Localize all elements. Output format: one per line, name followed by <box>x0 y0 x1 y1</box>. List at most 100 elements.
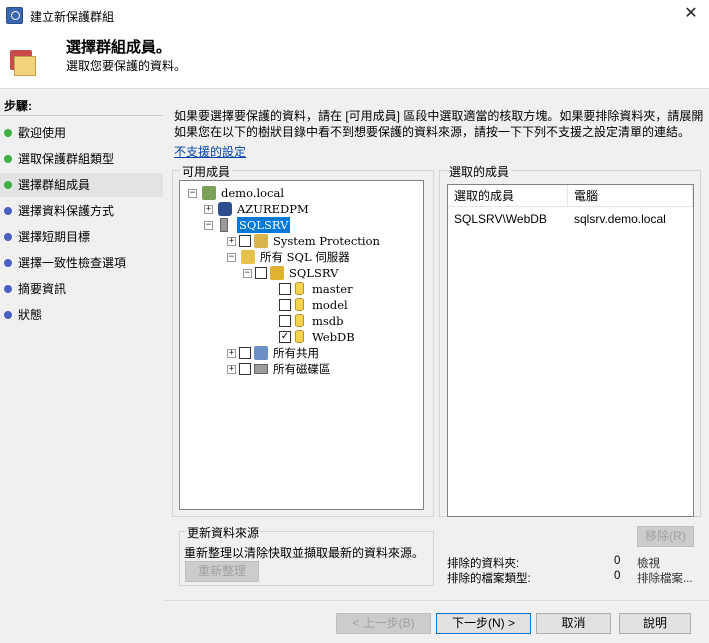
tree-node-sql-instance[interactable]: − SQLSRV <box>243 265 413 281</box>
database-icon <box>295 314 304 327</box>
available-members-label: 可用成員 <box>180 163 233 180</box>
collapse-icon[interactable]: − <box>204 221 213 230</box>
checkbox[interactable] <box>239 363 251 375</box>
excluded-folders-label: 排除的資料夾: <box>447 558 520 570</box>
tree-node-server[interactable]: − SQLSRV <box>204 217 404 233</box>
step-label: 歡迎使用 <box>18 126 67 140</box>
tree-label: model <box>312 298 348 312</box>
cancel-button[interactable]: 取消 <box>536 613 611 634</box>
selected-members-list[interactable]: 選取的成員 電腦 SQLSRV\WebDB sqlsrv.demo.local <box>447 184 694 517</box>
tree-node-database[interactable]: master <box>279 281 419 297</box>
tree-label: System Protection <box>273 234 380 248</box>
step-group-members[interactable]: 選擇群組成員 <box>0 173 163 197</box>
tree-node-sql-servers[interactable]: − 所有 SQL 伺服器 <box>227 249 417 265</box>
collapse-icon[interactable]: − <box>227 253 236 262</box>
selected-computer-cell[interactable]: sqlsrv.demo.local <box>568 209 693 229</box>
checkbox[interactable] <box>239 235 251 247</box>
wizard-header: 選擇群組成員。 選取您要保護的資料。 <box>0 30 709 88</box>
tree-label: SQLSRV <box>289 266 339 280</box>
step-label: 選擇群組成員 <box>18 178 91 192</box>
step-short-term[interactable]: 選擇短期目標 <box>0 225 163 249</box>
shares-icon <box>254 346 268 360</box>
step-status[interactable]: 狀態 <box>0 303 163 327</box>
volume-icon <box>254 364 268 374</box>
tree-label: AZUREDPM <box>237 202 309 216</box>
status-dot-icon <box>4 207 12 215</box>
refresh-group-label: 更新資料來源 <box>185 524 262 541</box>
instruction-line: 如果要選擇要保護的資料，請在 [可用成員] 區段中選取適當的核取方塊。如果要排除… <box>174 109 704 123</box>
unsupported-config-link[interactable]: 不支援的設定 <box>174 143 246 160</box>
step-welcome[interactable]: 歡迎使用 <box>0 121 163 145</box>
tree-label: 所有共用 <box>273 346 319 360</box>
tree-node-server[interactable]: + AZUREDPM <box>204 201 404 217</box>
step-label: 摘要資訊 <box>18 282 67 296</box>
tree-node-domain[interactable]: − demo.local <box>188 185 388 201</box>
exclude-files-link[interactable]: 排除檔案... <box>637 570 693 586</box>
step-label: 狀態 <box>18 308 43 322</box>
view-excluded-link[interactable]: 檢視 <box>637 555 660 571</box>
expand-icon[interactable]: + <box>227 365 236 374</box>
excluded-folders-count: 0 <box>614 555 621 567</box>
steps-sidebar: 步驟: 歡迎使用 選取保護群組類型 選擇群組成員 選擇資料保護方式 選擇短期目標… <box>0 88 163 643</box>
tree-node-database[interactable]: ✓ WebDB <box>279 329 419 345</box>
selected-members-label: 選取的成員 <box>447 163 512 180</box>
expand-icon[interactable]: + <box>204 205 213 214</box>
refresh-button[interactable]: 重新整理 <box>185 561 259 582</box>
tree-node-volumes[interactable]: + 所有磁碟區 <box>227 361 417 377</box>
checkbox[interactable] <box>239 347 251 359</box>
footer-divider <box>163 600 709 601</box>
tree-node-shares[interactable]: + 所有共用 <box>227 345 417 361</box>
column-header-member[interactable]: 選取的成員 <box>448 185 568 207</box>
back-button[interactable]: < 上一步(B) <box>336 613 431 634</box>
page-title: 選擇群組成員。 <box>66 39 172 56</box>
main-panel: 如果要選擇要保護的資料，請在 [可用成員] 區段中選取適當的核取方塊。如果要排除… <box>163 88 709 643</box>
page-subtitle: 選取您要保護的資料。 <box>66 59 187 73</box>
step-consistency-check[interactable]: 選擇一致性檢查選項 <box>0 251 163 275</box>
system-protection-icon <box>254 234 268 248</box>
checkbox-checked[interactable]: ✓ <box>279 331 291 343</box>
selected-member-cell[interactable]: SQLSRV\WebDB <box>448 209 568 229</box>
remove-button[interactable]: 移除(R) <box>637 526 694 547</box>
checkbox[interactable] <box>279 283 291 295</box>
refresh-description: 重新整理以清除快取並擷取最新的資料來源。 <box>184 546 425 560</box>
tree-node-system-protection[interactable]: + System Protection <box>227 233 417 249</box>
step-group-type[interactable]: 選取保護群組類型 <box>0 147 163 171</box>
status-dot-icon <box>4 155 12 163</box>
tree-label: 所有 SQL 伺服器 <box>260 250 350 264</box>
checkbox[interactable] <box>279 299 291 311</box>
next-button[interactable]: 下一步(N) > <box>436 613 531 634</box>
tree-node-database[interactable]: model <box>279 297 419 313</box>
tree-node-database[interactable]: msdb <box>279 313 419 329</box>
step-protection-method[interactable]: 選擇資料保護方式 <box>0 199 163 223</box>
step-summary[interactable]: 摘要資訊 <box>0 277 163 301</box>
tree-label: master <box>312 282 353 296</box>
steps-title: 步驟: <box>4 99 32 113</box>
help-button[interactable]: 說明 <box>619 613 691 634</box>
tree-label: SQLSRV <box>237 217 291 233</box>
instruction-line: 如果您在以下的樹狀目錄中看不到想要保護的資料來源，請按一下下列不支援之設定清單的… <box>174 125 691 139</box>
database-icon <box>295 282 304 295</box>
window-title: 建立新保護群組 <box>30 10 115 24</box>
column-header-computer[interactable]: 電腦 <box>568 185 693 207</box>
step-label: 選擇短期目標 <box>18 230 91 244</box>
status-dot-icon <box>4 181 12 189</box>
tree-label: 所有磁碟區 <box>273 362 331 376</box>
checkbox[interactable] <box>279 315 291 327</box>
database-icon <box>295 330 304 343</box>
collapse-icon[interactable]: − <box>243 269 252 278</box>
collapse-icon[interactable]: − <box>188 189 197 198</box>
member-tree[interactable]: − demo.local + AZUREDPM − SQLSRV + Syste… <box>179 180 424 510</box>
checkbox[interactable] <box>255 267 267 279</box>
dpm-server-icon <box>218 202 232 216</box>
app-icon <box>6 7 23 24</box>
expand-icon[interactable]: + <box>227 237 236 246</box>
divider <box>0 115 163 116</box>
tree-label: msdb <box>312 314 344 328</box>
step-label: 選擇資料保護方式 <box>18 204 115 218</box>
step-label: 選取保護群組類型 <box>18 152 115 166</box>
step-label: 選擇一致性檢查選項 <box>18 256 127 270</box>
expand-icon[interactable]: + <box>227 349 236 358</box>
close-button[interactable]: ✕ <box>681 4 701 24</box>
protection-group-icon <box>10 50 36 76</box>
excluded-types-label: 排除的檔案類型: <box>447 573 531 585</box>
